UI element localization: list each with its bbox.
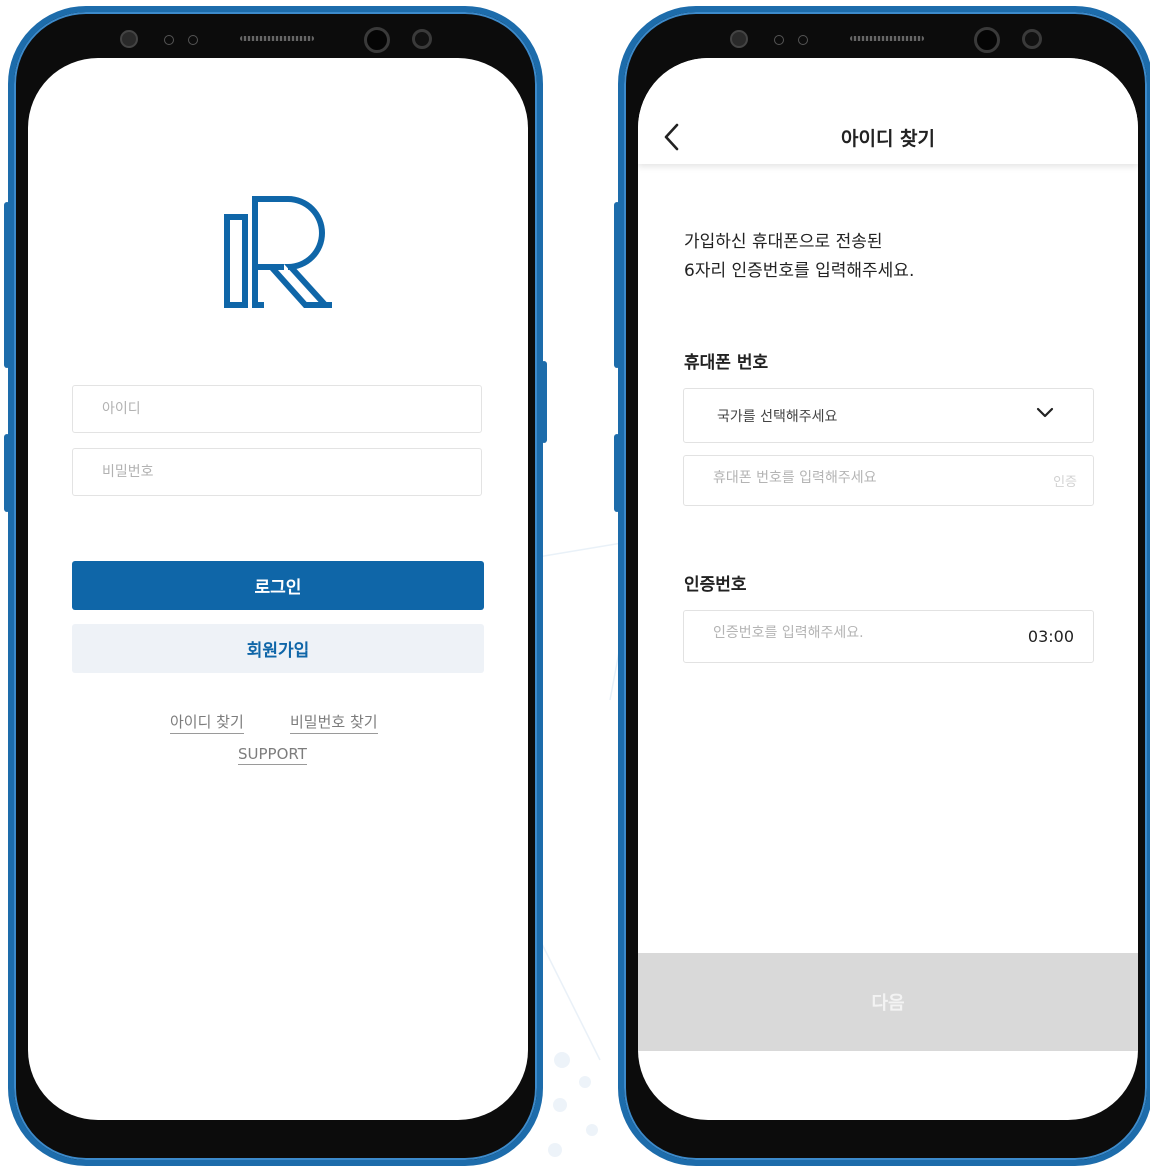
brand-r-logo bbox=[224, 196, 332, 308]
camera-icon bbox=[974, 27, 1000, 53]
login-screen: 로그인 회원가입 아이디 찾기 비밀번호 찾기 SUPPORT bbox=[28, 58, 528, 1120]
find-id-link[interactable]: 아이디 찾기 bbox=[170, 711, 244, 734]
verification-code-field[interactable]: 03:00 bbox=[683, 610, 1094, 663]
login-button[interactable]: 로그인 bbox=[72, 561, 484, 610]
country-select[interactable]: 국가를 선택해주세요 bbox=[683, 388, 1094, 443]
instruction-line-2: 6자리 인증번호를 입력해주세요. bbox=[684, 261, 915, 281]
verify-button[interactable]: 인증 bbox=[1053, 471, 1077, 490]
sensor-icon bbox=[730, 30, 748, 48]
phone-section-label: 휴대폰 번호 bbox=[684, 353, 769, 373]
camera-icon bbox=[1022, 29, 1042, 49]
instruction-line-1: 가입하신 휴대폰으로 전송된 bbox=[684, 232, 883, 252]
camera-icon bbox=[364, 27, 390, 53]
camera-icon bbox=[412, 29, 432, 49]
find-id-screen: 아이디 찾기 가입하신 휴대폰으로 전송된 6자리 인증번호를 입력해주세요. … bbox=[638, 58, 1138, 1120]
code-section-label: 인증번호 bbox=[684, 575, 747, 595]
sensor-icon bbox=[774, 35, 784, 45]
id-input[interactable] bbox=[100, 400, 481, 418]
country-select-value: 국가를 선택해주세요 bbox=[717, 409, 838, 425]
phone-top-sensors bbox=[8, 18, 543, 62]
page-title: 아이디 찾기 bbox=[840, 128, 935, 150]
countdown-timer: 03:00 bbox=[1027, 627, 1074, 646]
password-input[interactable] bbox=[100, 463, 481, 481]
sensor-icon bbox=[188, 35, 198, 45]
support-link[interactable]: SUPPORT bbox=[238, 745, 307, 765]
right-phone-mockup: 아이디 찾기 가입하신 휴대폰으로 전송된 6자리 인증번호를 입력해주세요. … bbox=[614, 6, 1150, 1166]
sensor-icon bbox=[798, 35, 808, 45]
left-phone-mockup: 로그인 회원가입 아이디 찾기 비밀번호 찾기 SUPPORT bbox=[4, 6, 547, 1166]
password-field[interactable] bbox=[72, 448, 482, 496]
next-button[interactable]: 다음 bbox=[638, 953, 1138, 1051]
instruction-text: 가입하신 휴대폰으로 전송된 6자리 인증번호를 입력해주세요. bbox=[684, 228, 914, 286]
phone-number-input[interactable] bbox=[711, 469, 1015, 487]
speaker-grille bbox=[850, 36, 924, 41]
phone-top-sensors bbox=[618, 18, 1150, 62]
verification-code-input[interactable] bbox=[711, 624, 1015, 642]
signup-button[interactable]: 회원가입 bbox=[72, 624, 484, 673]
app-header: 아이디 찾기 bbox=[638, 58, 1138, 164]
id-field[interactable] bbox=[72, 385, 482, 433]
find-password-link[interactable]: 비밀번호 찾기 bbox=[290, 711, 378, 734]
sensor-icon bbox=[164, 35, 174, 45]
chevron-down-icon bbox=[1036, 407, 1054, 418]
speaker-grille bbox=[240, 36, 314, 41]
sensor-icon bbox=[120, 30, 138, 48]
phone-number-field[interactable]: 인증 bbox=[683, 455, 1094, 506]
